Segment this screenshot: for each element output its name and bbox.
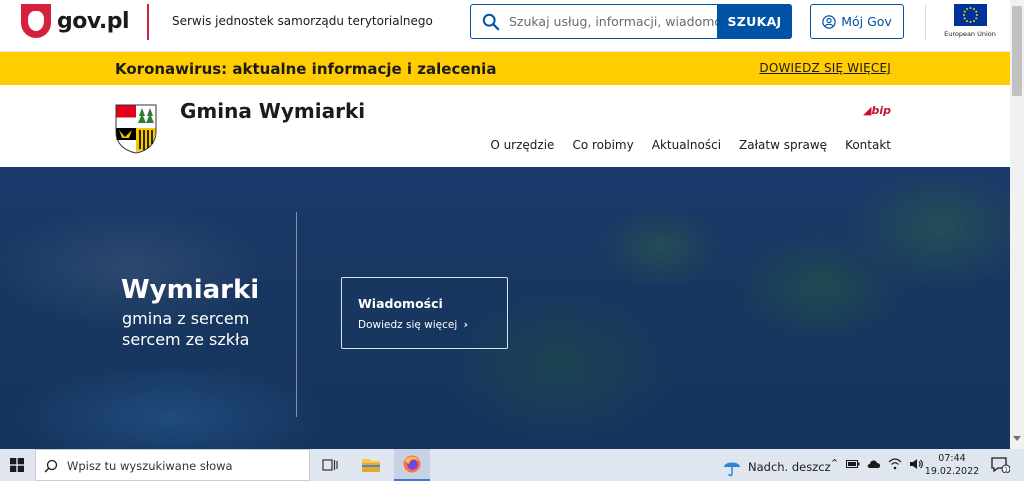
user-icon [822,14,836,29]
news-card-title: Wiadomości [358,296,443,311]
service-name: Serwis jednostek samorządu terytorialneg… [172,14,433,28]
coat-of-arms-icon[interactable] [115,104,157,154]
hero-subtitle-line2: sercem ze szkła [122,330,250,349]
windows-icon [10,458,24,472]
news-card-link[interactable]: Dowiedz się więcej › [358,319,468,331]
windows-taskbar: Wpisz tu wyszukiwane słowa Nadch. deszcz [0,449,1024,481]
eu-flag-icon [953,4,987,26]
gov-logo[interactable]: gov.pl [21,4,130,38]
wifi-icon[interactable] [888,457,902,470]
main-nav: O urzędzie Co robimy Aktualności Załatw … [490,138,891,152]
clock-date: 19.02.2022 [924,466,980,477]
task-view-icon [322,459,338,471]
bip-logo[interactable]: ◢bip [863,104,891,117]
firefox-button[interactable] [394,449,430,481]
nav-item-co-robimy[interactable]: Co robimy [572,138,633,152]
svg-text:1: 1 [1004,466,1008,473]
eagle-icon [21,4,51,38]
notification-icon[interactable]: 1 [990,457,1010,473]
municipality-header: Gmina Wymiarki ◢bip O urzędzie Co robimy… [0,85,1010,167]
page-scrollbar[interactable] [1010,0,1024,449]
task-view-button[interactable] [312,449,348,481]
nav-item-kontakt[interactable]: Kontakt [845,138,891,152]
covid-more-link[interactable]: DOWIEDZ SIĘ WIĘCEJ [759,61,891,75]
gov-logo-text: gov.pl [57,8,130,34]
file-explorer-button[interactable] [353,449,389,481]
hero-banner: Wymiarki gmina z sercem sercem ze szkła … [0,167,1010,449]
search-bar: SZUKAJ [470,4,792,39]
system-tray: ⌃ [830,457,924,470]
volume-icon[interactable] [909,458,924,470]
nav-item-o-urzedzie[interactable]: O urzędzie [490,138,554,152]
clock-time: 07:44 [938,453,966,464]
eu-badge: European Union [938,4,1002,38]
scrollbar-thumb[interactable] [1012,6,1022,96]
chevron-up-icon[interactable]: ⌃ [830,457,839,470]
divider [147,4,149,40]
bip-label: bip [871,104,891,117]
moj-gov-label: Mój Gov [841,14,892,29]
weather-text: Nadch. deszcz [748,460,831,474]
taskbar-search-placeholder: Wpisz tu wyszukiwane słowa [67,459,233,473]
hero-title: Wymiarki [121,275,260,305]
weather-widget[interactable]: Nadch. deszcz [722,457,831,477]
gov-header: gov.pl Serwis jednostek samorządu teryto… [0,0,1010,52]
folder-icon [362,459,380,472]
search-input[interactable] [509,6,717,37]
chevron-right-icon: › [463,319,468,331]
hero-subtitle-line1: gmina z sercem [122,309,250,328]
search-icon [44,459,58,473]
nav-item-zalatw-sprawe[interactable]: Załatw sprawę [739,138,827,152]
moj-gov-button[interactable]: Mój Gov [810,4,904,39]
divider [925,4,926,40]
firefox-icon [403,455,421,473]
taskbar-clock[interactable]: 07:44 19.02.2022 [924,452,980,478]
scroll-down-arrow-icon[interactable] [1013,436,1021,441]
taskbar-search[interactable]: Wpisz tu wyszukiwane słowa [35,449,310,481]
news-card-link-label: Dowiedz się więcej [358,319,458,331]
battery-icon[interactable] [846,459,860,469]
covid-banner: Koronawirus: aktualne informacje i zalec… [0,52,1010,85]
news-card[interactable]: Wiadomości Dowiedz się więcej › [341,277,508,349]
eu-label: European Union [944,30,996,38]
cloud-icon[interactable] [867,458,881,470]
covid-title: Koronawirus: aktualne informacje i zalec… [115,60,497,78]
search-icon [482,13,500,31]
nav-item-aktualnosci[interactable]: Aktualności [652,138,721,152]
search-button[interactable]: SZUKAJ [717,4,792,39]
hero-divider [296,212,297,417]
start-button[interactable] [0,449,34,481]
umbrella-icon [724,462,740,477]
municipality-name[interactable]: Gmina Wymiarki [180,99,365,123]
